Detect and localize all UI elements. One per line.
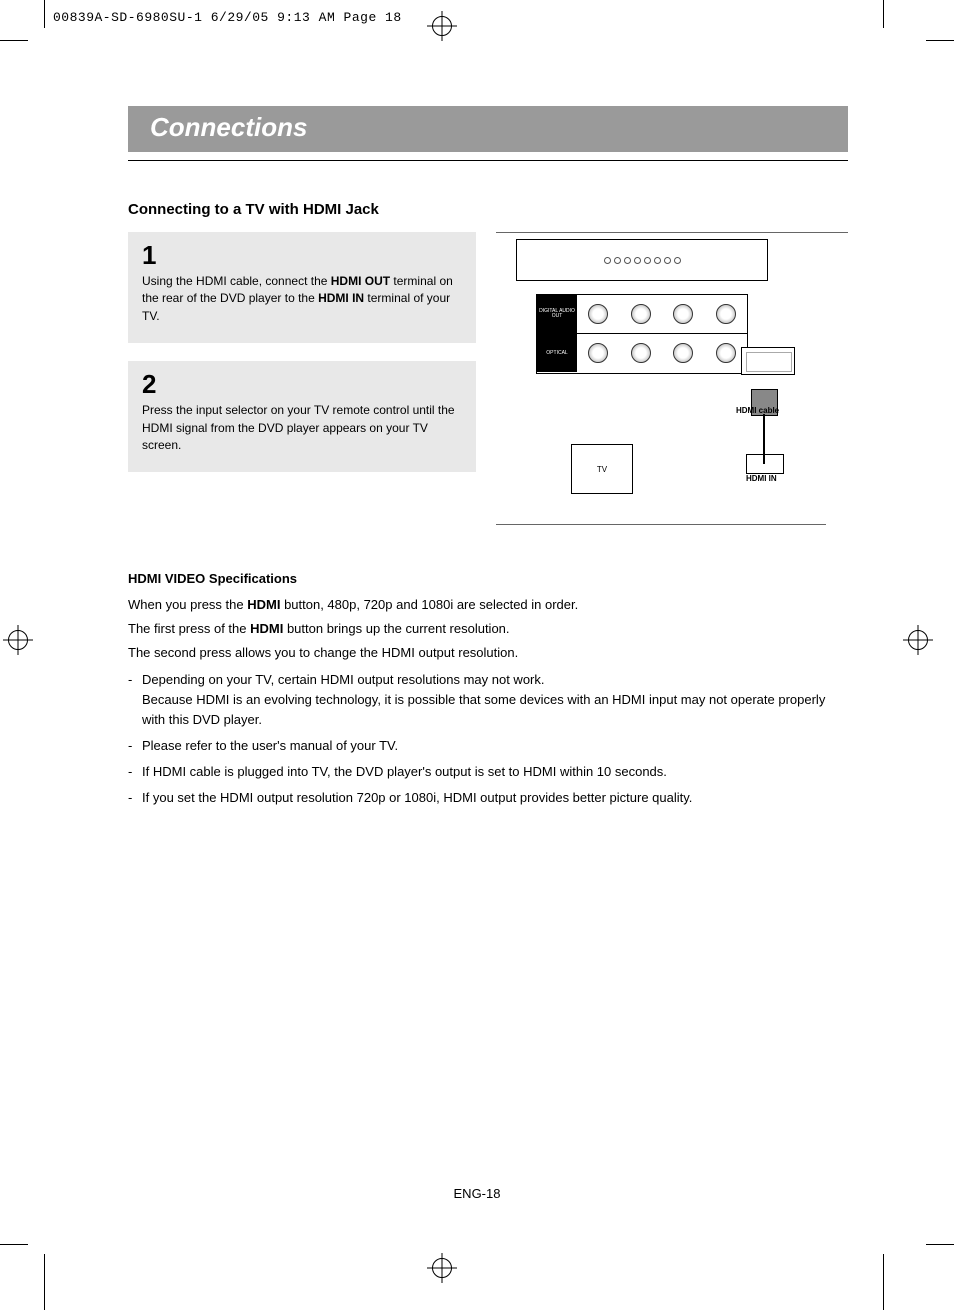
spec-title: HDMI VIDEO Specifications bbox=[128, 569, 848, 589]
device-top-outline bbox=[516, 239, 768, 281]
diagram-rule bbox=[496, 524, 826, 525]
content-area: Connections Connecting to a TV with HDMI… bbox=[128, 106, 848, 808]
spec-bullet: -Please refer to the user's manual of yo… bbox=[128, 736, 848, 756]
hdmi-in-label: HDMI IN bbox=[746, 474, 777, 483]
jack-icon bbox=[588, 343, 608, 363]
spec-line: When you press the HDMI button, 480p, 72… bbox=[128, 595, 848, 615]
registration-mark-icon bbox=[432, 1258, 452, 1278]
text: button, 480p, 720p and 1080i are selecte… bbox=[280, 597, 578, 612]
spec-line: The second press allows you to change th… bbox=[128, 643, 848, 663]
crop-mark bbox=[44, 1254, 45, 1310]
step-2: 2 Press the input selector on your TV re… bbox=[128, 361, 476, 472]
crop-mark bbox=[926, 1244, 954, 1245]
registration-mark-icon bbox=[908, 630, 928, 650]
port-dots bbox=[604, 257, 681, 264]
crop-mark bbox=[0, 1244, 28, 1245]
jack-icon bbox=[673, 343, 693, 363]
crop-mark bbox=[883, 0, 884, 28]
hdmi-out-port bbox=[741, 347, 795, 375]
bold-text: HDMI bbox=[247, 597, 280, 612]
text: button brings up the current resolution. bbox=[283, 621, 509, 636]
panel-row-bottom: OPTICAL bbox=[537, 334, 747, 372]
spec-section: HDMI VIDEO Specifications When you press… bbox=[128, 569, 848, 808]
section-banner: Connections bbox=[128, 106, 848, 152]
dot-icon bbox=[624, 257, 631, 264]
text: The first press of the bbox=[128, 621, 250, 636]
bullet-text: Please refer to the user's manual of you… bbox=[142, 736, 848, 756]
page-number: ENG-18 bbox=[0, 1186, 954, 1201]
subheading: Connecting to a TV with HDMI Jack bbox=[128, 201, 848, 218]
page: 00839A-SD-6980SU-1 6/29/05 9:13 AM Page … bbox=[0, 0, 954, 1310]
text: Using the HDMI cable, connect the bbox=[142, 274, 331, 288]
connection-diagram: DIGITAL AUDIO OUT OPTICAL bbox=[496, 239, 826, 499]
dot-icon bbox=[634, 257, 641, 264]
hdmi-in-port bbox=[746, 454, 784, 474]
panel-label: DIGITAL AUDIO OUT bbox=[537, 295, 577, 333]
two-column-layout: 1 Using the HDMI cable, connect the HDMI… bbox=[128, 232, 848, 539]
registration-mark-icon bbox=[8, 630, 28, 650]
crop-mark bbox=[44, 0, 45, 28]
dot-icon bbox=[614, 257, 621, 264]
diagram-column: DIGITAL AUDIO OUT OPTICAL bbox=[496, 232, 848, 539]
bold-text: HDMI OUT bbox=[331, 274, 390, 288]
registration-mark-icon bbox=[432, 16, 452, 36]
step-number: 2 bbox=[142, 369, 462, 400]
bullet-text: If HDMI cable is plugged into TV, the DV… bbox=[142, 762, 848, 782]
dot-icon bbox=[644, 257, 651, 264]
step-text: Press the input selector on your TV remo… bbox=[142, 402, 462, 454]
jack-icon bbox=[673, 304, 693, 324]
crop-mark bbox=[883, 1254, 884, 1310]
bold-text: HDMI IN bbox=[318, 291, 364, 305]
dot-icon bbox=[674, 257, 681, 264]
jack-icon bbox=[631, 304, 651, 324]
panel-label: OPTICAL bbox=[537, 334, 577, 372]
dot-icon bbox=[604, 257, 611, 264]
spec-bullet: -If you set the HDMI output resolution 7… bbox=[128, 788, 848, 808]
spec-bullet: -Depending on your TV, certain HDMI outp… bbox=[128, 670, 848, 730]
print-slug: 00839A-SD-6980SU-1 6/29/05 9:13 AM Page … bbox=[53, 10, 402, 25]
jack-icon bbox=[716, 343, 736, 363]
dot-icon bbox=[654, 257, 661, 264]
step-text: Using the HDMI cable, connect the HDMI O… bbox=[142, 273, 462, 325]
dash-icon: - bbox=[128, 762, 142, 782]
dash-icon: - bbox=[128, 670, 142, 730]
panel-ports bbox=[577, 295, 747, 333]
panel-row-top: DIGITAL AUDIO OUT bbox=[537, 295, 747, 334]
crop-mark bbox=[0, 40, 28, 41]
dot-icon bbox=[664, 257, 671, 264]
dash-icon: - bbox=[128, 736, 142, 756]
steps-column: 1 Using the HDMI cable, connect the HDMI… bbox=[128, 232, 476, 539]
jack-icon bbox=[716, 304, 736, 324]
rear-panel: DIGITAL AUDIO OUT OPTICAL bbox=[536, 294, 748, 374]
jack-icon bbox=[588, 304, 608, 324]
tv-box: TV bbox=[571, 444, 633, 494]
step-1: 1 Using the HDMI cable, connect the HDMI… bbox=[128, 232, 476, 343]
spec-line: The first press of the HDMI button bring… bbox=[128, 619, 848, 639]
section-banner-wrap: Connections bbox=[128, 106, 848, 161]
text: When you press the bbox=[128, 597, 247, 612]
cable-label: HDMI cable bbox=[736, 406, 779, 415]
dash-icon: - bbox=[128, 788, 142, 808]
crop-mark bbox=[926, 40, 954, 41]
bold-text: HDMI bbox=[250, 621, 283, 636]
jack-icon bbox=[631, 343, 651, 363]
bullet-text: If you set the HDMI output resolution 72… bbox=[142, 788, 848, 808]
panel-ports bbox=[577, 334, 747, 372]
step-number: 1 bbox=[142, 240, 462, 271]
bullet-text: Depending on your TV, certain HDMI outpu… bbox=[142, 670, 848, 730]
spec-bullet: -If HDMI cable is plugged into TV, the D… bbox=[128, 762, 848, 782]
